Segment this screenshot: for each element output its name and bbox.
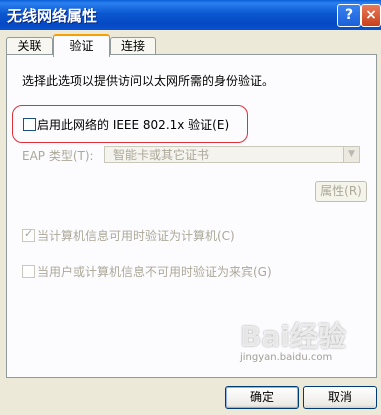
cancel-button[interactable]: 取消 [303,386,377,409]
computer-auth-label[interactable]: 当计算机信息可用时验证为计算机(C) [37,227,235,244]
enable-8021x-label[interactable]: 启用此网络的 IEEE 802.1x 验证(E) [37,116,229,133]
guest-auth-label[interactable]: 当用户或计算机信息不可用时验证为来宾(G) [37,263,272,280]
tab-connection[interactable]: 连接 [110,37,156,55]
enable-8021x-checkbox[interactable] [23,118,36,131]
eap-type-value: 智能卡或其它证书 [113,148,210,162]
eap-type-select[interactable]: 智能卡或其它证书 ▼ [104,146,360,163]
chevron-down-icon[interactable]: ▼ [343,147,359,162]
tab-association[interactable]: 关联 [6,37,53,55]
eap-type-label: EAP 类型(T): [22,149,94,163]
properties-button[interactable]: 属性(R) [315,181,367,202]
help-button[interactable]: ? [337,4,361,27]
ok-button[interactable]: 确定 [225,386,299,409]
guest-auth-checkbox[interactable] [22,265,35,278]
close-button[interactable]: × [361,4,381,27]
tab-authentication[interactable]: 验证 [53,34,110,57]
authentication-panel: 选择此选项以提供访问以太网所需的身份验证。 启用此网络的 IEEE 802.1x… [6,54,377,378]
computer-auth-checkbox[interactable]: ✓ [22,227,35,242]
window-title: 无线网络属性 [7,7,98,25]
properties-dialog: 无线网络属性 ? × 关联 验证 连接 选择此选项以提供访问以太网所需的身份验证… [0,0,381,415]
check-mark-icon: ✓ [24,227,34,240]
auth-description: 选择此选项以提供访问以太网所需的身份验证。 [22,74,275,88]
title-bar: 无线网络属性 ? × [0,0,381,30]
